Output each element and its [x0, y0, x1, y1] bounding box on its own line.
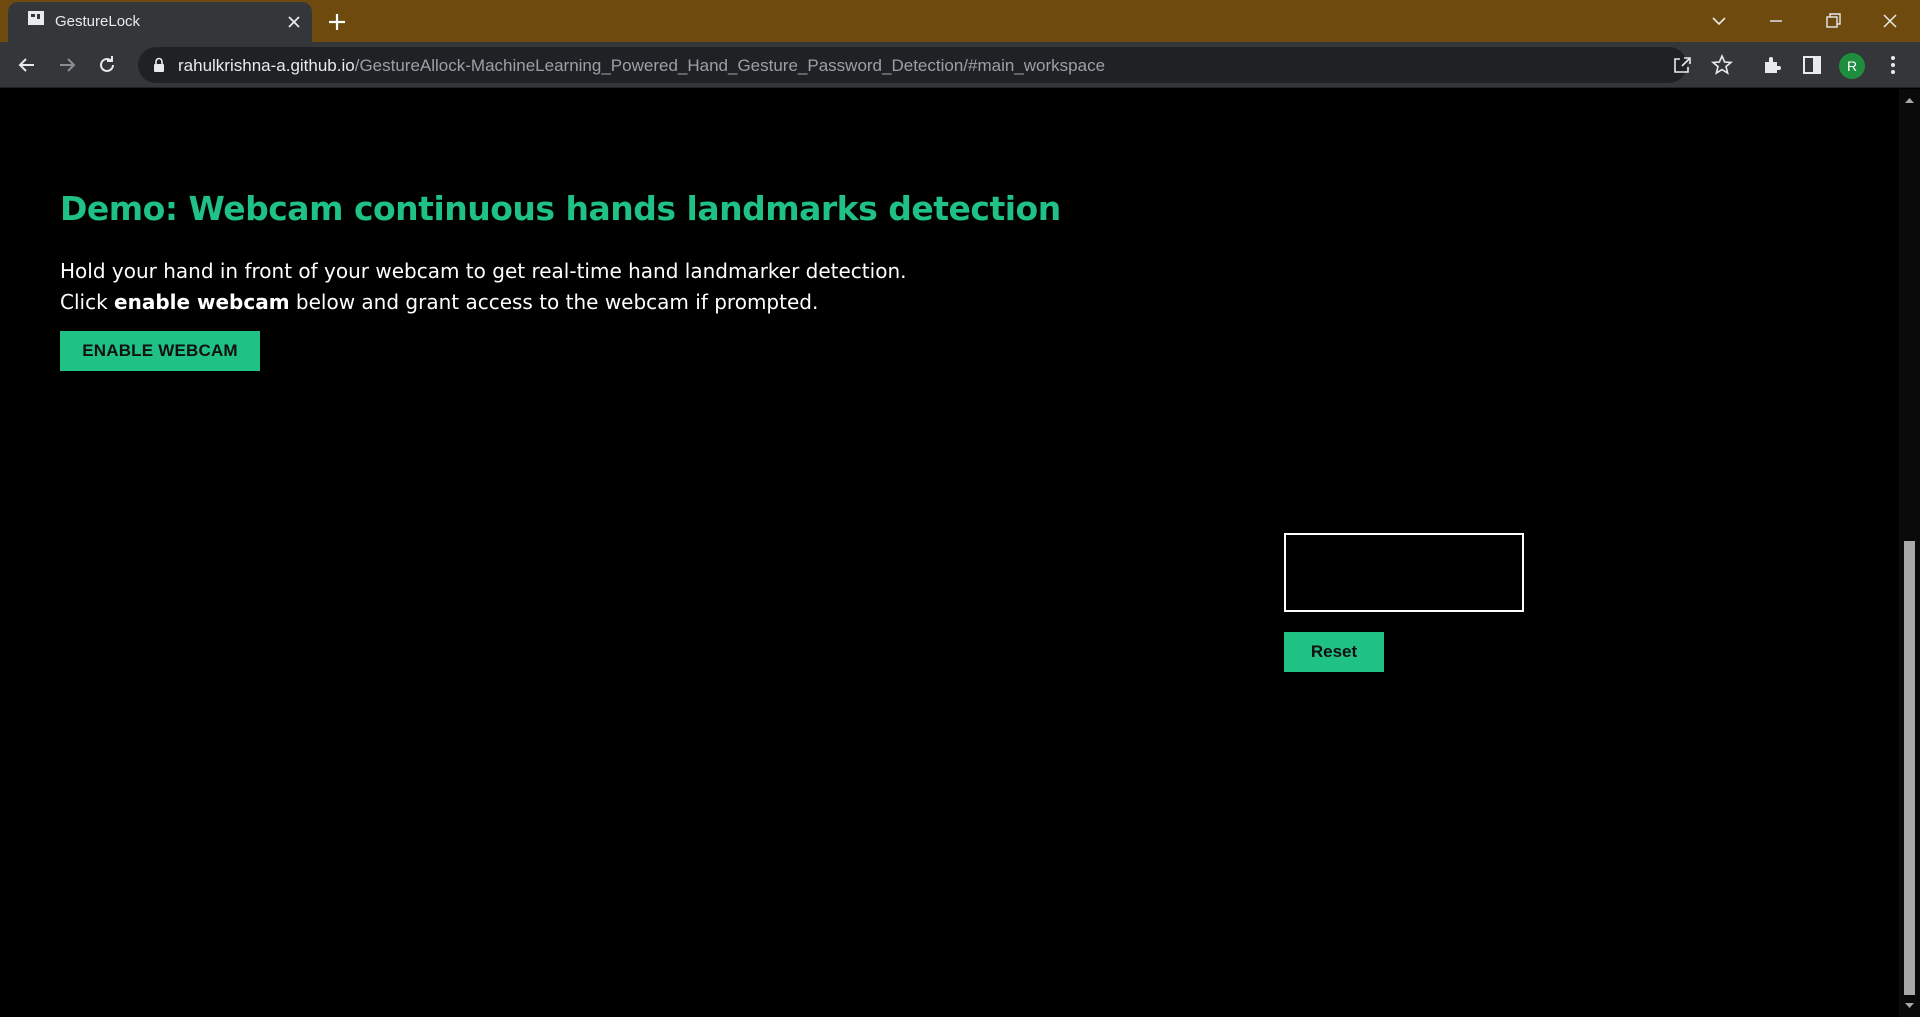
menu-icon[interactable]: [1881, 53, 1905, 77]
scroll-down-icon[interactable]: [1904, 1000, 1915, 1011]
description-line-1: Hold your hand in front of your webcam t…: [60, 259, 907, 283]
star-icon[interactable]: [1710, 53, 1734, 77]
forward-icon[interactable]: [55, 53, 79, 77]
tab-title: GestureLock: [55, 13, 141, 30]
reload-icon[interactable]: [95, 53, 119, 77]
restore-icon[interactable]: [1820, 8, 1846, 34]
close-icon[interactable]: [286, 14, 302, 30]
share-icon[interactable]: [1670, 53, 1694, 77]
description-line-2-bold: enable webcam: [114, 290, 290, 314]
url-host: rahulkrishna-a.github.io: [178, 56, 355, 75]
vertical-scrollbar[interactable]: [1899, 89, 1920, 1017]
avatar[interactable]: R: [1839, 53, 1865, 79]
back-icon[interactable]: [15, 53, 39, 77]
minimize-icon[interactable]: [1763, 8, 1789, 34]
description-line-2-suffix: below and grant access to the webcam if …: [289, 290, 819, 314]
close-window-icon[interactable]: [1877, 8, 1903, 34]
page-title: Demo: Webcam continuous hands landmarks …: [60, 189, 1061, 228]
browser-toolbar: rahulkrishna-a.github.io/GestureAllock-M…: [0, 42, 1920, 88]
chevron-down-icon[interactable]: [1706, 8, 1732, 34]
reset-button[interactable]: Reset: [1284, 632, 1384, 672]
description-line-2-prefix: Click: [60, 290, 115, 314]
browser-tab[interactable]: GestureLock: [8, 2, 312, 42]
description: Hold your hand in front of your webcam t…: [60, 256, 906, 318]
plus-icon[interactable]: [326, 11, 348, 33]
favicon-icon: [28, 11, 44, 25]
title-bar: GestureLock: [0, 0, 1920, 42]
sidepanel-icon[interactable]: [1800, 53, 1824, 77]
scroll-up-icon[interactable]: [1904, 95, 1915, 106]
lock-icon[interactable]: [152, 57, 166, 73]
gesture-output-box: [1284, 533, 1524, 612]
enable-webcam-button[interactable]: ENABLE WEBCAM: [60, 331, 260, 371]
page-content: Demo: Webcam continuous hands landmarks …: [0, 89, 1899, 1017]
url-text: rahulkrishna-a.github.io/GestureAllock-M…: [178, 56, 1105, 76]
address-bar[interactable]: rahulkrishna-a.github.io/GestureAllock-M…: [138, 47, 1734, 83]
extensions-icon[interactable]: [1760, 53, 1784, 77]
url-path: /GestureAllock-MachineLearning_Powered_H…: [354, 56, 1106, 75]
scroll-thumb[interactable]: [1904, 541, 1915, 995]
